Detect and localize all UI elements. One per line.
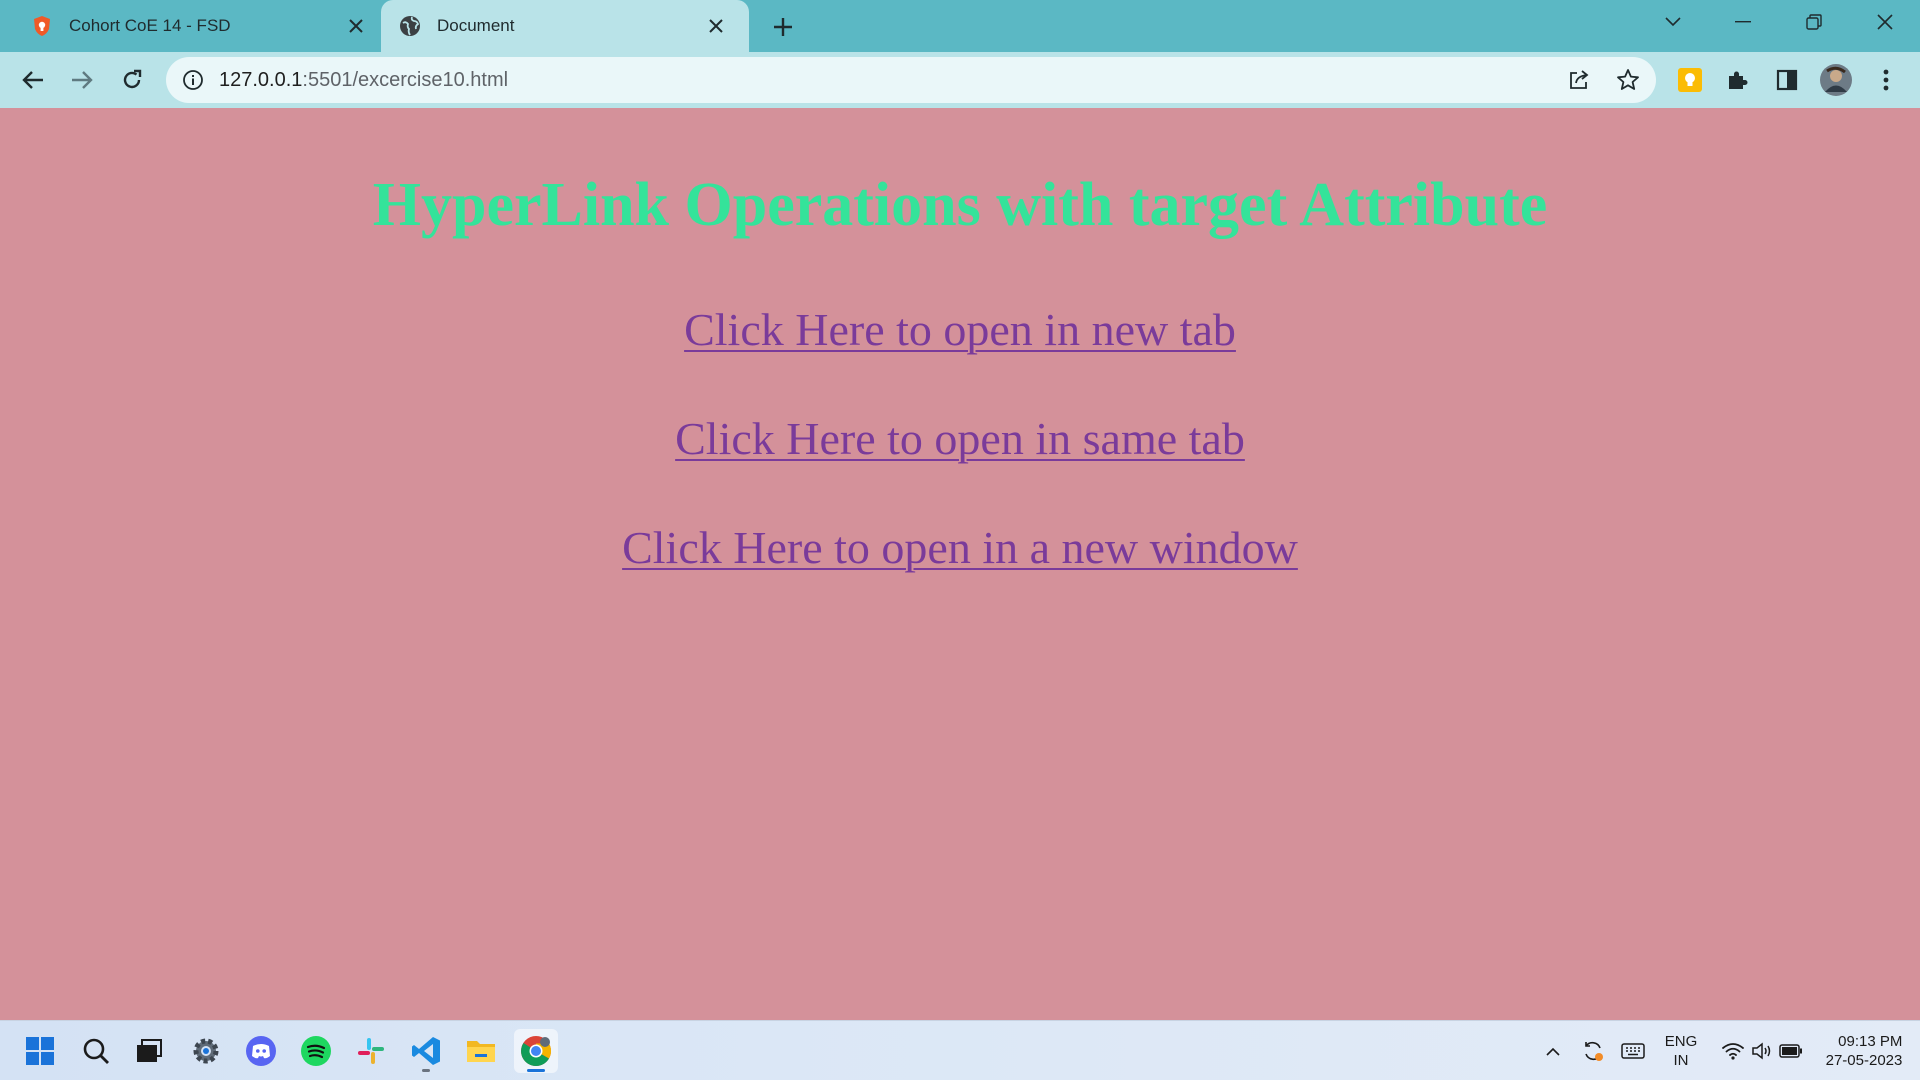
show-hidden-icons-button[interactable] [1538, 1021, 1568, 1080]
taskbar-settings[interactable] [184, 1029, 228, 1073]
forward-button[interactable] [64, 62, 100, 98]
reload-icon [123, 69, 142, 89]
extension-keep-button[interactable] [1672, 62, 1708, 98]
input-language-indicator[interactable]: ENG IN [1656, 1021, 1706, 1080]
page-heading: HyperLink Operations with target Attribu… [372, 171, 1548, 239]
link-open-new-tab[interactable]: Click Here to open in new tab [684, 304, 1236, 355]
close-icon [1877, 14, 1893, 30]
keep-notes-icon [1678, 68, 1702, 92]
taskbar-slack[interactable] [349, 1029, 393, 1073]
close-window-button[interactable] [1861, 0, 1909, 44]
quick-settings-button[interactable] [1712, 1021, 1812, 1080]
search-icon [83, 1038, 109, 1064]
browser-tab-strip: Cohort CoE 14 - FSD Document [0, 0, 1920, 52]
battery-icon [1779, 1044, 1802, 1058]
link-open-same-tab[interactable]: Click Here to open in same tab [675, 413, 1245, 464]
keyboard-icon [1621, 1043, 1645, 1059]
profile-avatar[interactable] [1818, 62, 1854, 98]
minimize-button[interactable] [1719, 0, 1767, 44]
shield-favicon-icon [31, 15, 53, 37]
chrome-menu-button[interactable] [1868, 62, 1904, 98]
new-tab-button[interactable] [768, 12, 798, 42]
reload-button[interactable] [114, 62, 150, 98]
side-panel-icon [1776, 69, 1798, 91]
touch-keyboard-button[interactable] [1618, 1021, 1648, 1080]
taskbar-file-explorer[interactable] [459, 1029, 503, 1073]
extensions-button[interactable] [1720, 62, 1756, 98]
start-button[interactable] [18, 1029, 62, 1073]
puzzle-icon [1729, 71, 1748, 89]
vscode-icon [412, 1037, 440, 1065]
sync-tray-button[interactable] [1578, 1021, 1608, 1080]
gear-icon [193, 1038, 219, 1064]
windows-taskbar: ENG IN 09:13 PM 27-05-2023 [0, 1020, 1920, 1080]
windows-logo-icon [26, 1037, 54, 1065]
discord-icon [246, 1036, 276, 1066]
side-panel-button[interactable] [1769, 62, 1805, 98]
kebab-menu-icon [1883, 69, 1889, 91]
taskbar-discord[interactable] [239, 1029, 283, 1073]
restore-button[interactable] [1790, 0, 1838, 44]
running-indicator [422, 1069, 430, 1072]
tab-title: Cohort CoE 14 - FSD [69, 16, 231, 35]
address-url[interactable]: 127.0.0.1:5501/excercise10.html [219, 57, 508, 103]
bookmark-star-icon[interactable] [1615, 67, 1641, 93]
tab-title: Document [437, 16, 515, 35]
share-icon[interactable] [1566, 67, 1592, 93]
link-row-same-tab: Click Here to open in same tab [0, 411, 1920, 467]
task-view-icon [137, 1039, 162, 1062]
clock-date[interactable]: 09:13 PM 27-05-2023 [1812, 1021, 1916, 1080]
minimize-icon [1735, 21, 1751, 23]
site-info-icon[interactable] [182, 69, 204, 91]
taskbar-vscode[interactable] [404, 1029, 448, 1073]
close-tab-icon[interactable] [342, 12, 370, 40]
slack-icon [358, 1038, 384, 1064]
back-button[interactable] [15, 62, 51, 98]
globe-favicon-icon [399, 15, 421, 37]
avatar-icon [1820, 64, 1852, 96]
browser-toolbar: 127.0.0.1:5501/excercise10.html [0, 52, 1920, 108]
tab-cohort[interactable]: Cohort CoE 14 - FSD [0, 0, 378, 52]
taskbar-chrome[interactable] [514, 1029, 558, 1073]
tab-search-button[interactable] [1649, 0, 1697, 44]
chevron-down-icon [1665, 17, 1681, 27]
tab-document[interactable]: Document [381, 0, 749, 52]
link-row-new-window: Click Here to open in a new window [0, 520, 1920, 576]
spotify-icon [301, 1036, 331, 1066]
chevron-up-icon [1546, 1047, 1560, 1056]
folder-icon [467, 1041, 495, 1062]
arrow-right-icon [72, 71, 93, 89]
sync-icon [1585, 1041, 1603, 1061]
chrome-icon [521, 1036, 552, 1067]
running-indicator [527, 1069, 545, 1072]
arrow-left-icon [22, 71, 43, 89]
address-bar[interactable]: 127.0.0.1:5501/excercise10.html [166, 57, 1656, 103]
close-tab-icon[interactable] [702, 12, 730, 40]
plus-icon [774, 18, 792, 36]
task-view-button[interactable] [127, 1029, 171, 1073]
link-row-new-tab: Click Here to open in new tab [0, 302, 1920, 358]
wifi-icon [1722, 1043, 1744, 1060]
volume-icon [1752, 1042, 1771, 1060]
taskbar-spotify[interactable] [294, 1029, 338, 1073]
restore-icon [1806, 14, 1822, 30]
link-open-new-window[interactable]: Click Here to open in a new window [622, 522, 1298, 573]
taskbar-search-button[interactable] [74, 1029, 118, 1073]
